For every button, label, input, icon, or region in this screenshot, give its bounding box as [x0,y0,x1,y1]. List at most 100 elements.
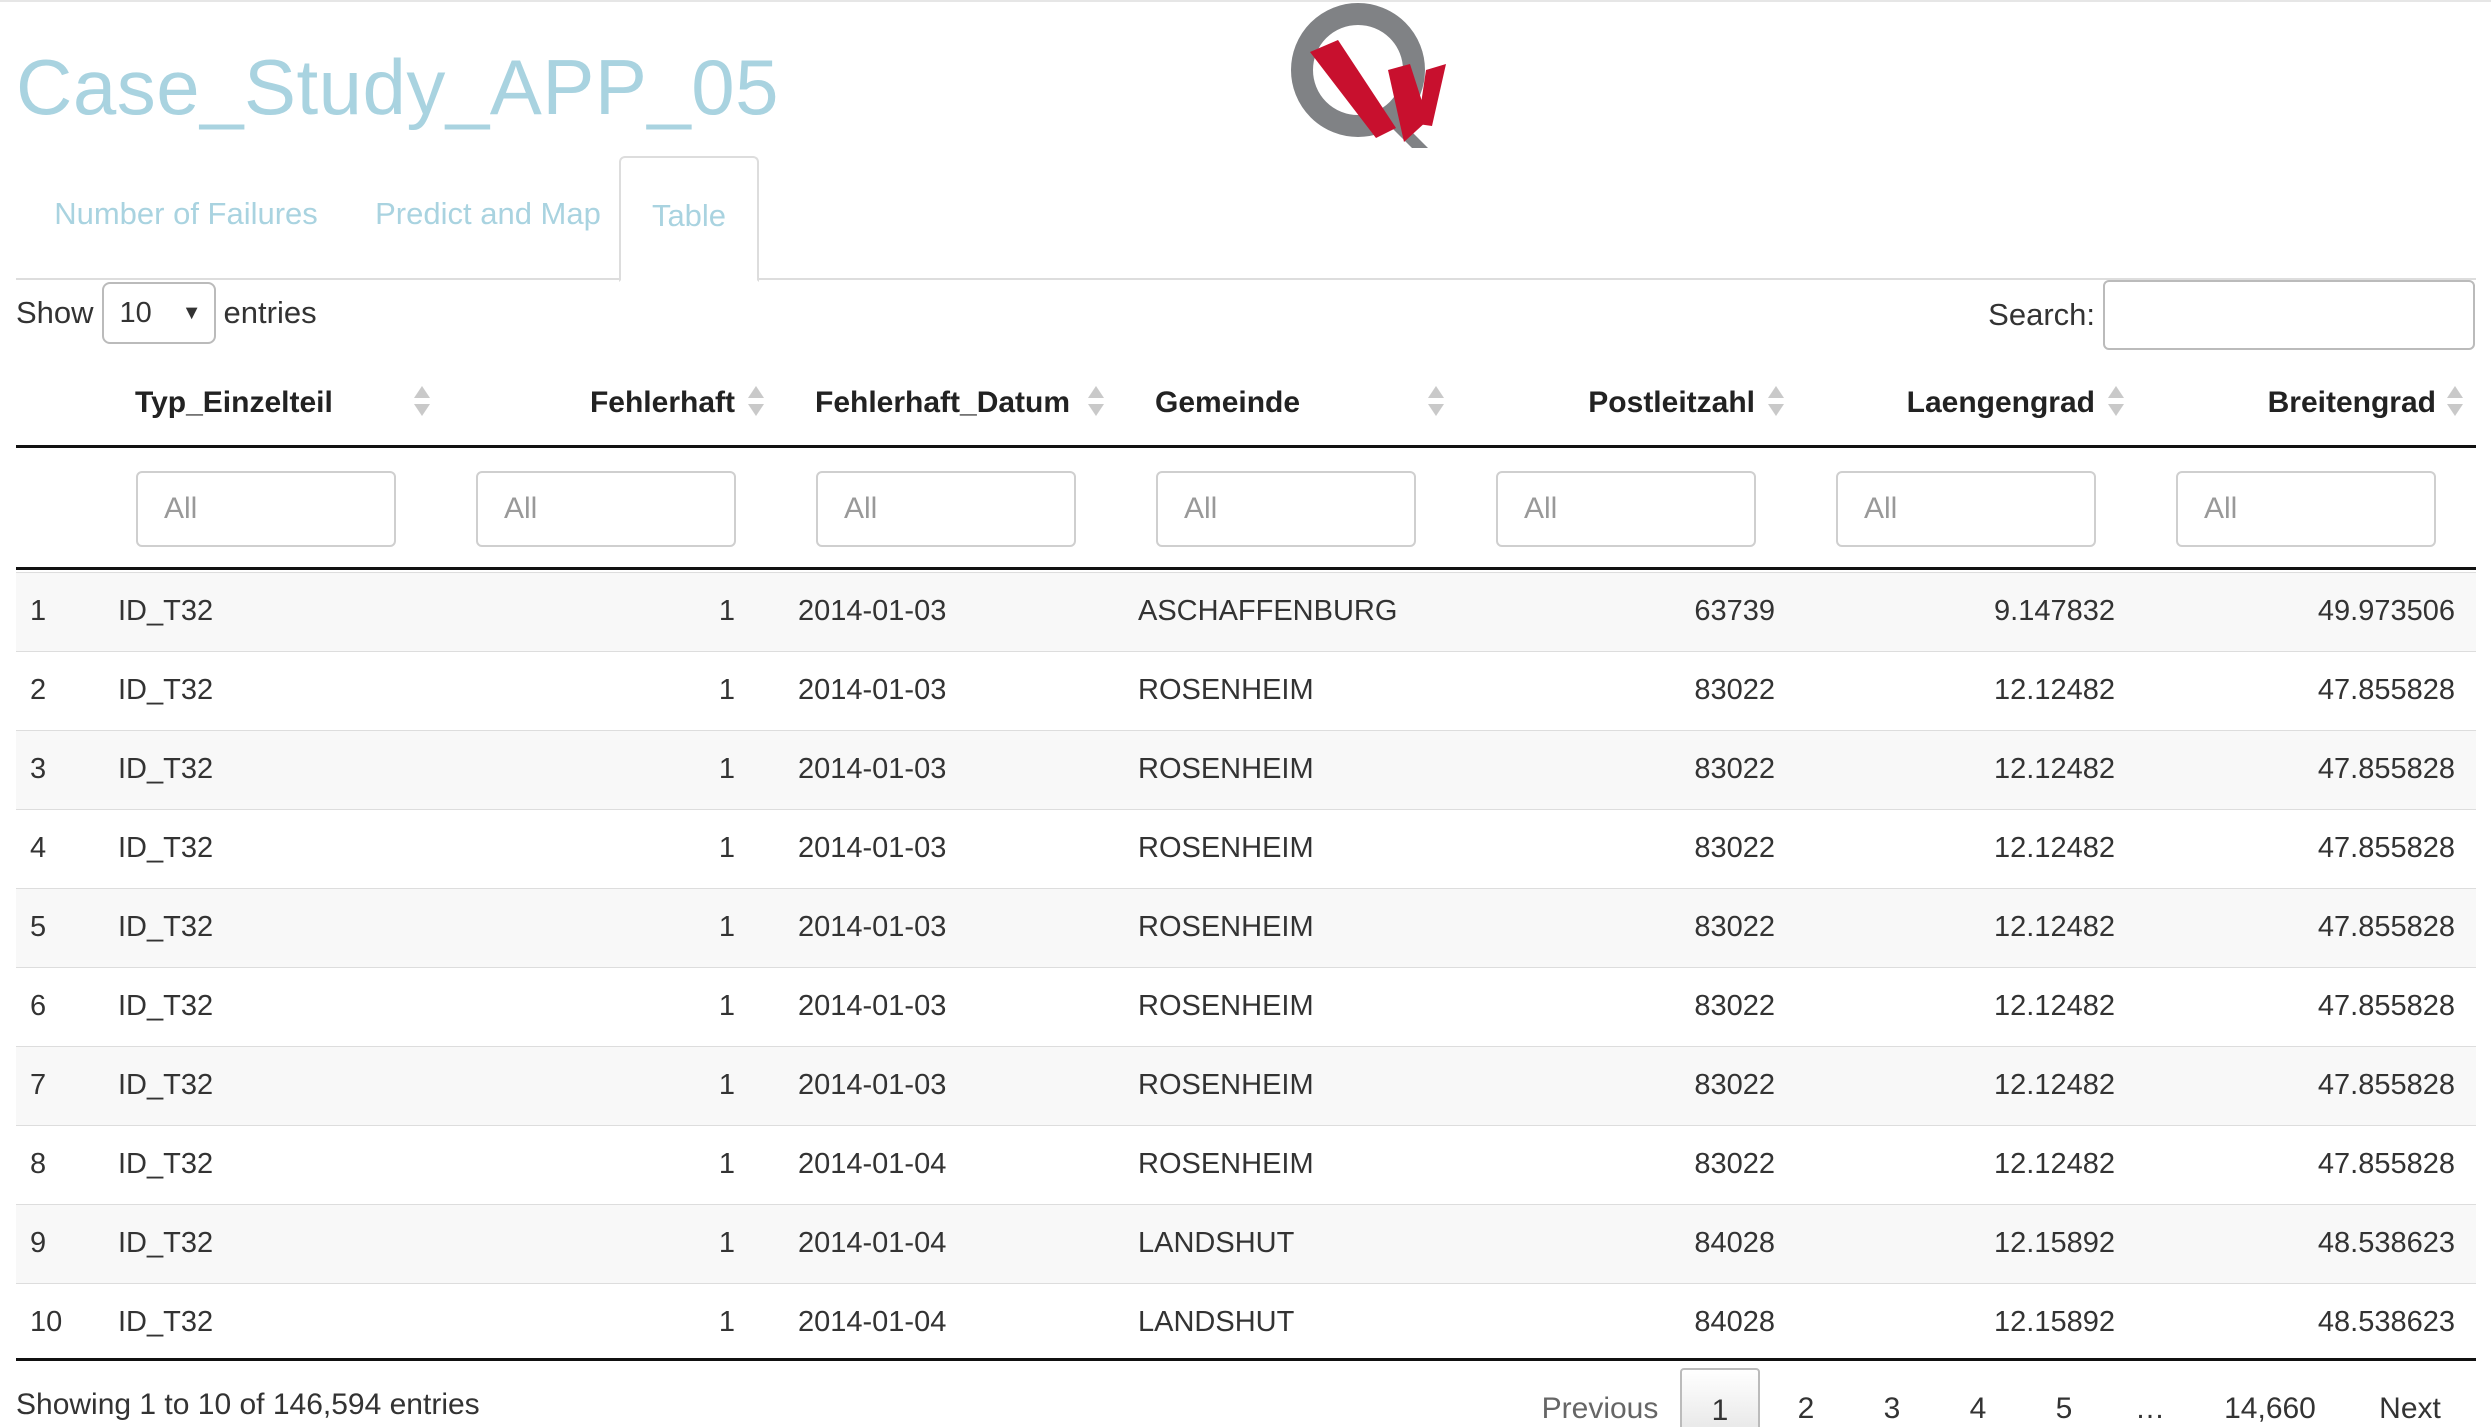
sort-icon[interactable] [1767,384,1785,424]
cell-laengengrad: 12.12482 [1994,911,2115,943]
cell-gemeinde: ASCHAFFENBURG [1138,595,1398,627]
filter-gemeinde[interactable]: All [1156,471,1416,547]
column-header-fehlerhaft[interactable]: Fehlerhaft [590,386,735,420]
filter-fehlerhaft-datum[interactable]: All [816,471,1076,547]
cell-gemeinde: ROSENHEIM [1138,753,1314,785]
cell-fehlerhaft: 1 [718,990,735,1022]
cell-fehlerhaft-datum: 2014-01-03 [798,990,947,1022]
cell-breitengrad: 47.855828 [2317,674,2455,706]
cell-breitengrad: 47.855828 [2317,1148,2455,1180]
column-header-breitengrad[interactable]: Breitengrad [2268,386,2436,420]
pagination-page-4[interactable]: 4 [1938,1368,2018,1427]
column-header-postleitzahl[interactable]: Postleitzahl [1588,386,1755,420]
column-header-typ-einzelteil[interactable]: Typ_Einzelteil [135,386,333,420]
tab-number-of-failures[interactable]: Number of Failures [36,156,336,280]
cell-postleitzahl: 83022 [1694,911,1775,943]
page-length-control: Show 10 ▼ entries [16,282,317,344]
cell-typ-einzelteil: ID_T32 [118,753,214,785]
filter-breitengrad[interactable]: All [2176,471,2436,547]
top-border [0,0,2491,2]
cell-typ-einzelteil: ID_T32 [118,911,214,943]
table-row[interactable]: 9 ID_T32 1 2014-01-04 LANDSHUT 84028 12.15892 4… [16,1204,2476,1283]
cell-fehlerhaft: 1 [718,1227,735,1259]
cell-typ-einzelteil: ID_T32 [118,1306,214,1338]
sort-icon[interactable] [1427,384,1445,424]
filter-postleitzahl[interactable]: All [1496,471,1756,547]
cell-breitengrad: 47.855828 [2317,832,2455,864]
cell-postleitzahl: 83022 [1694,1069,1775,1101]
table-header: Typ_Einzelteil Fehlerhaft Fehlerhaft_Dat… [16,360,2476,448]
sort-icon[interactable] [413,384,431,424]
brand-logo [1291,3,1446,148]
pagination-ellipsis: … [2135,1392,2165,1425]
column-header-laengengrad[interactable]: Laengengrad [1907,386,2095,420]
cell-breitengrad: 47.855828 [2317,990,2455,1022]
cell-laengengrad: 12.15892 [1994,1227,2115,1259]
tab-bar: Number of Failures Predict and Map Table [16,156,2476,282]
cell-postleitzahl: 84028 [1694,1227,1775,1259]
filter-laengengrad[interactable]: All [1836,471,2096,547]
table-row[interactable]: 6 ID_T32 1 2014-01-03 ROSENHEIM 83022 12.12482… [16,967,2476,1046]
table-row[interactable]: 8 ID_T32 1 2014-01-04 ROSENHEIM 83022 12.12482… [16,1125,2476,1204]
sort-icon[interactable] [747,384,765,424]
tab-predict-and-map[interactable]: Predict and Map [354,156,622,280]
sort-icon[interactable] [2107,384,2125,424]
table-row[interactable]: 10 ID_T32 1 2014-01-04 LANDSHUT 84028 12.15892… [16,1283,2476,1362]
cell-breitengrad: 48.538623 [2317,1227,2455,1259]
cell-laengengrad: 12.15892 [1994,1306,2115,1338]
cell-postleitzahl: 83022 [1694,674,1775,706]
cell-fehlerhaft: 1 [718,1148,735,1180]
sort-icon[interactable] [2446,384,2464,424]
search-input[interactable] [2103,280,2475,350]
table-row[interactable]: 2 ID_T32 1 2014-01-03 ROSENHEIM 83022 12.12482… [16,651,2476,730]
cell-postleitzahl: 83022 [1694,1148,1775,1180]
cell-laengengrad: 12.12482 [1994,990,2115,1022]
filter-typ-einzelteil[interactable]: All [136,471,396,547]
cell-typ-einzelteil: ID_T32 [118,1148,214,1180]
table-row[interactable]: 1 ID_T32 1 2014-01-03 ASCHAFFENBURG 63739 9.14… [16,572,2476,651]
cell-laengengrad: 12.12482 [1994,1148,2115,1180]
cell-breitengrad: 47.855828 [2317,911,2455,943]
pagination-page-last[interactable]: 14,660 [2200,1368,2340,1427]
table-row[interactable]: 4 ID_T32 1 2014-01-03 ROSENHEIM 83022 12.12482… [16,809,2476,888]
cell-typ-einzelteil: ID_T32 [118,674,214,706]
cell-fehlerhaft: 1 [718,595,735,627]
column-header-fehlerhaft-datum[interactable]: Fehlerhaft_Datum [815,386,1070,420]
cell-fehlerhaft-datum: 2014-01-04 [798,1148,947,1180]
column-header-gemeinde[interactable]: Gemeinde [1155,386,1300,420]
cell-laengengrad: 12.12482 [1994,832,2115,864]
cell-row-index: 1 [30,595,47,627]
pagination-page-2[interactable]: 2 [1766,1368,1846,1427]
filter-fehlerhaft[interactable]: All [476,471,736,547]
entries-label: entries [223,295,317,330]
cell-fehlerhaft: 1 [718,674,735,706]
cell-laengengrad: 9.147832 [1994,595,2115,627]
page-length-select[interactable]: 10 ▼ [101,282,216,344]
pagination-page-5[interactable]: 5 [2024,1368,2104,1427]
cell-laengengrad: 12.12482 [1994,1069,2115,1101]
sort-icon[interactable] [1087,384,1105,424]
cell-fehlerhaft: 1 [718,911,735,943]
tab-table[interactable]: Table [619,156,759,282]
cell-typ-einzelteil: ID_T32 [118,832,214,864]
cell-fehlerhaft-datum: 2014-01-03 [798,911,947,943]
cell-fehlerhaft-datum: 2014-01-03 [798,753,947,785]
pagination: Previous 1 2 3 4 5 … 14,660 Next [1500,1368,2476,1427]
cell-typ-einzelteil: ID_T32 [118,1227,214,1259]
cell-typ-einzelteil: ID_T32 [118,990,214,1022]
table-row[interactable]: 5 ID_T32 1 2014-01-03 ROSENHEIM 83022 12.12482… [16,888,2476,967]
cell-row-index: 5 [30,911,47,943]
pagination-page-3[interactable]: 3 [1852,1368,1932,1427]
cell-gemeinde: LANDSHUT [1138,1306,1295,1338]
pagination-previous[interactable]: Previous [1520,1368,1680,1427]
pagination-page-1[interactable]: 1 [1680,1368,1760,1427]
pagination-next[interactable]: Next [2360,1368,2460,1427]
search-label: Search: [1988,297,2095,332]
cell-gemeinde: ROSENHEIM [1138,990,1314,1022]
app-title: Case_Study_APP_05 [16,43,780,131]
cell-row-index: 9 [30,1227,47,1259]
cell-fehlerhaft-datum: 2014-01-03 [798,1069,947,1101]
table-row[interactable]: 7 ID_T32 1 2014-01-03 ROSENHEIM 83022 12.12482… [16,1046,2476,1125]
table-row[interactable]: 3 ID_T32 1 2014-01-03 ROSENHEIM 83022 12.12482… [16,730,2476,809]
cell-postleitzahl: 83022 [1694,990,1775,1022]
